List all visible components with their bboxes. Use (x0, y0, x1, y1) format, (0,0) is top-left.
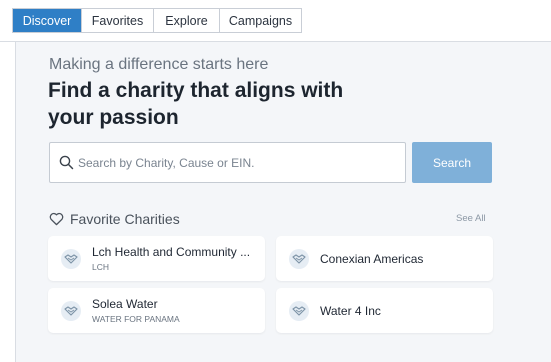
tab-explore[interactable]: Explore (153, 9, 219, 32)
charity-subtitle: WATER FOR PANAMA (92, 314, 180, 324)
search-icon (59, 155, 74, 170)
hero-headline: Find a charity that aligns with your pas… (48, 79, 344, 129)
charity-name: Water 4 Inc (320, 303, 381, 318)
nav-tabs: Discover Favorites Explore Campaigns (12, 8, 302, 33)
charity-subtitle: LCH (92, 262, 110, 272)
favorites-header: Favorite Charities (49, 211, 180, 227)
charity-card[interactable]: Conexian Americas (276, 236, 493, 281)
discover-panel: Making a difference starts here Find a c… (15, 42, 551, 362)
search-input[interactable] (78, 147, 398, 178)
charity-name: Solea Water (92, 297, 158, 311)
charity-logo-icon (289, 300, 309, 321)
search-box (49, 142, 406, 183)
tab-favorites[interactable]: Favorites (81, 9, 153, 32)
charity-card[interactable]: Lch Health and Community ... LCH (48, 236, 265, 281)
charity-name: Lch Health and Community ... (92, 245, 251, 259)
hero-subheading: Making a difference starts here (49, 56, 269, 73)
charity-name: Conexian Americas (320, 251, 424, 266)
search-button[interactable]: Search (412, 142, 492, 183)
favorites-title: Favorite Charities (70, 211, 180, 227)
tab-campaigns[interactable]: Campaigns (219, 9, 301, 32)
charity-logo-icon (289, 248, 309, 269)
charity-logo-icon (61, 300, 81, 321)
see-all-link[interactable]: See All (456, 213, 486, 224)
tab-discover[interactable]: Discover (13, 9, 81, 32)
charity-card[interactable]: Water 4 Inc (276, 288, 493, 333)
charity-logo-icon (61, 248, 81, 269)
heart-icon (49, 212, 64, 226)
charity-card[interactable]: Solea Water WATER FOR PANAMA (48, 288, 265, 333)
